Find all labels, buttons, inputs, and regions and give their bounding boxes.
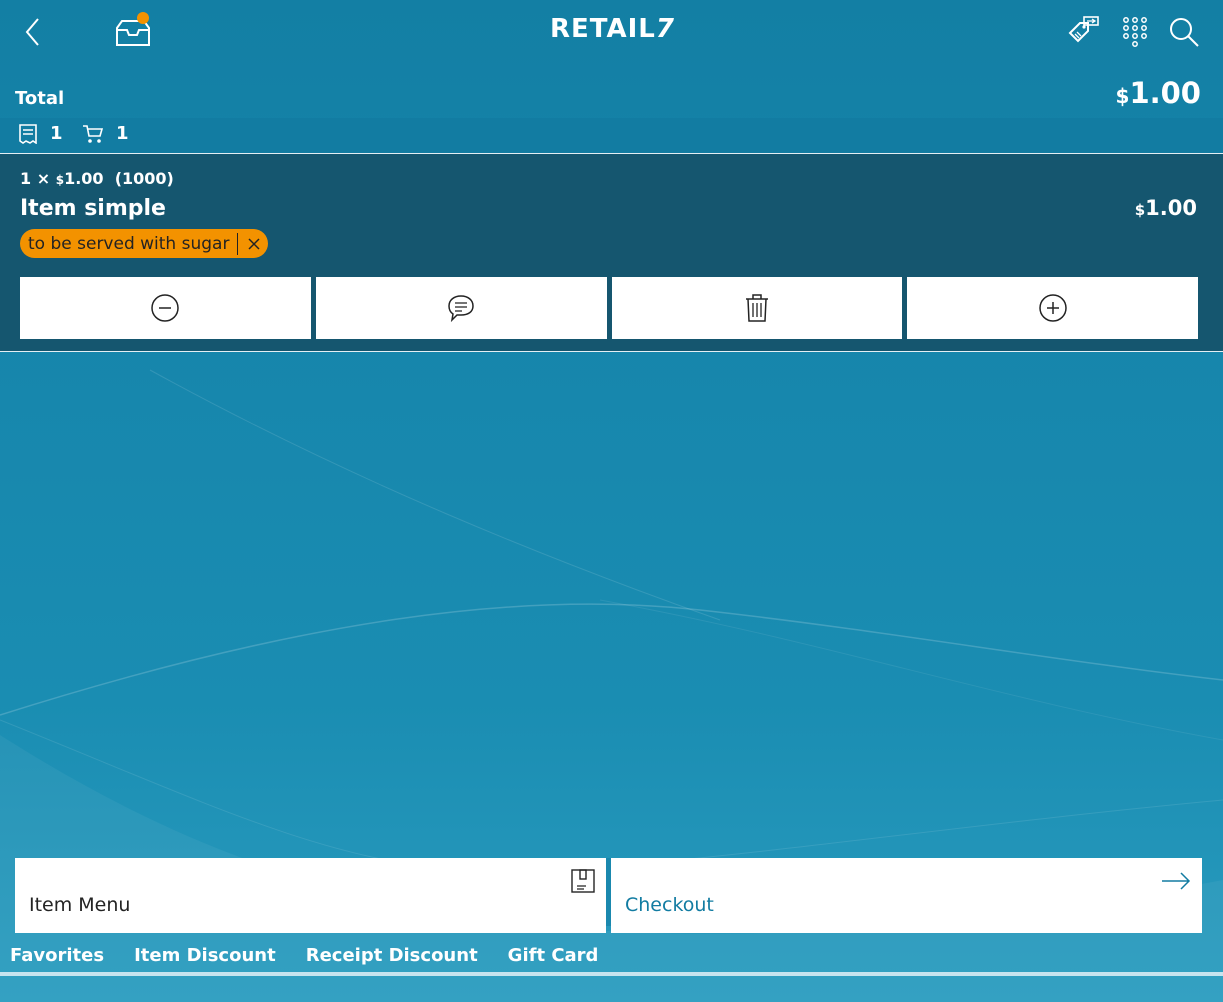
tabs-underline xyxy=(0,972,1223,976)
search-button[interactable] xyxy=(1166,14,1202,50)
checkout-label: Checkout xyxy=(625,894,714,916)
comment-text: to be served with sugar xyxy=(28,233,230,254)
total-label: Total xyxy=(15,88,65,109)
cart-count: 1 xyxy=(82,123,129,144)
back-button[interactable] xyxy=(18,16,48,48)
minus-circle-icon xyxy=(151,294,180,322)
chevron-left-icon xyxy=(25,18,39,46)
counts-row: 1 1 xyxy=(0,118,1223,153)
line-item-name: Item simple xyxy=(20,196,166,221)
increase-quantity-button[interactable] xyxy=(907,277,1198,339)
trash-icon xyxy=(745,294,768,322)
keypad-icon xyxy=(1123,17,1147,47)
checkout-tile[interactable]: Checkout xyxy=(611,858,1202,933)
search-icon xyxy=(1170,18,1199,47)
tab-receipt-discount[interactable]: Receipt Discount xyxy=(306,945,478,973)
price-tag-icon xyxy=(1068,16,1099,43)
remove-comment-button[interactable] xyxy=(246,236,262,252)
total-amount: $1.00 xyxy=(1115,76,1201,110)
delete-item-button[interactable] xyxy=(611,277,903,339)
bottom-tabs: Favorites Item Discount Receipt Discount… xyxy=(0,945,1223,973)
line-item-price: $1.00 xyxy=(1134,196,1197,220)
divider xyxy=(0,351,1223,352)
item-box-icon xyxy=(571,869,595,893)
close-icon xyxy=(248,237,260,250)
arrow-right-icon xyxy=(1162,872,1191,890)
plus-circle-icon xyxy=(1038,294,1067,322)
price-tag-button[interactable] xyxy=(1066,14,1102,50)
notification-dot xyxy=(137,12,149,24)
item-menu-tile[interactable]: Item Menu xyxy=(15,858,606,933)
add-comment-button[interactable] xyxy=(315,277,607,339)
decrease-quantity-button[interactable] xyxy=(20,277,311,339)
cart-icon xyxy=(83,124,104,143)
line-item-actions xyxy=(20,277,1198,339)
app-header: RETAIL7 xyxy=(0,0,1223,66)
tab-gift-card[interactable]: Gift Card xyxy=(508,945,599,973)
retail7-logo: RETAIL7 xyxy=(550,14,675,44)
receipt-icon xyxy=(19,123,37,144)
comment-icon xyxy=(448,295,474,323)
chip-separator xyxy=(237,232,239,255)
keypad-button[interactable] xyxy=(1121,14,1149,50)
line-item-quantity-detail: 1 × $1.00 (1000) xyxy=(20,169,174,188)
tab-favorites[interactable]: Favorites xyxy=(10,945,104,973)
comment-chip[interactable]: to be served with sugar xyxy=(20,229,269,258)
item-menu-label: Item Menu xyxy=(29,894,131,916)
line-item[interactable]: 1 × $1.00 (1000) Item simple $1.00 to be… xyxy=(0,154,1223,351)
receipt-count: 1 xyxy=(18,123,63,144)
tab-item-discount[interactable]: Item Discount xyxy=(134,945,276,973)
